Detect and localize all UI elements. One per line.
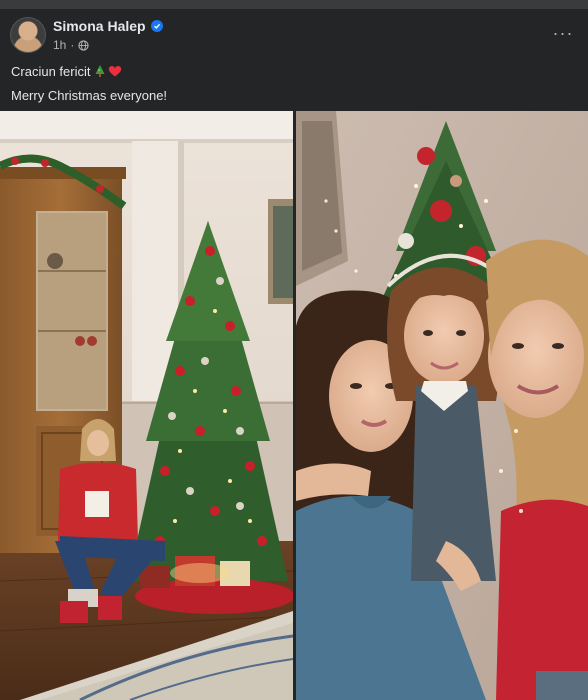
photo-christmas-tree-living-room[interactable] bbox=[0, 111, 293, 700]
photo-family-selfie[interactable] bbox=[296, 111, 588, 700]
photo-grid bbox=[0, 111, 588, 700]
post-meta: 1h · bbox=[53, 38, 89, 52]
post-text-line-2: Merry Christmas everyone! bbox=[11, 88, 168, 103]
more-options-button[interactable]: ··· bbox=[550, 23, 576, 43]
post-text-greeting: Craciun fericit bbox=[11, 64, 91, 79]
top-bar bbox=[0, 0, 588, 9]
christmas-tree-emoji bbox=[95, 65, 105, 77]
globe-icon bbox=[78, 39, 89, 51]
author-row: Simona Halep bbox=[53, 18, 163, 34]
verified-badge-icon bbox=[150, 20, 163, 32]
post-text-line-1: Craciun fericit bbox=[11, 60, 167, 84]
post-timestamp[interactable]: 1h bbox=[53, 38, 66, 52]
author-name[interactable]: Simona Halep bbox=[53, 18, 146, 34]
post-header: Simona Halep 1h · ··· bbox=[0, 9, 588, 57]
red-heart-emoji bbox=[109, 66, 122, 77]
author-avatar[interactable] bbox=[10, 17, 46, 53]
post-text: Craciun fericit Merry Christmas everyone… bbox=[11, 60, 167, 108]
more-options-icon: ··· bbox=[552, 22, 574, 43]
